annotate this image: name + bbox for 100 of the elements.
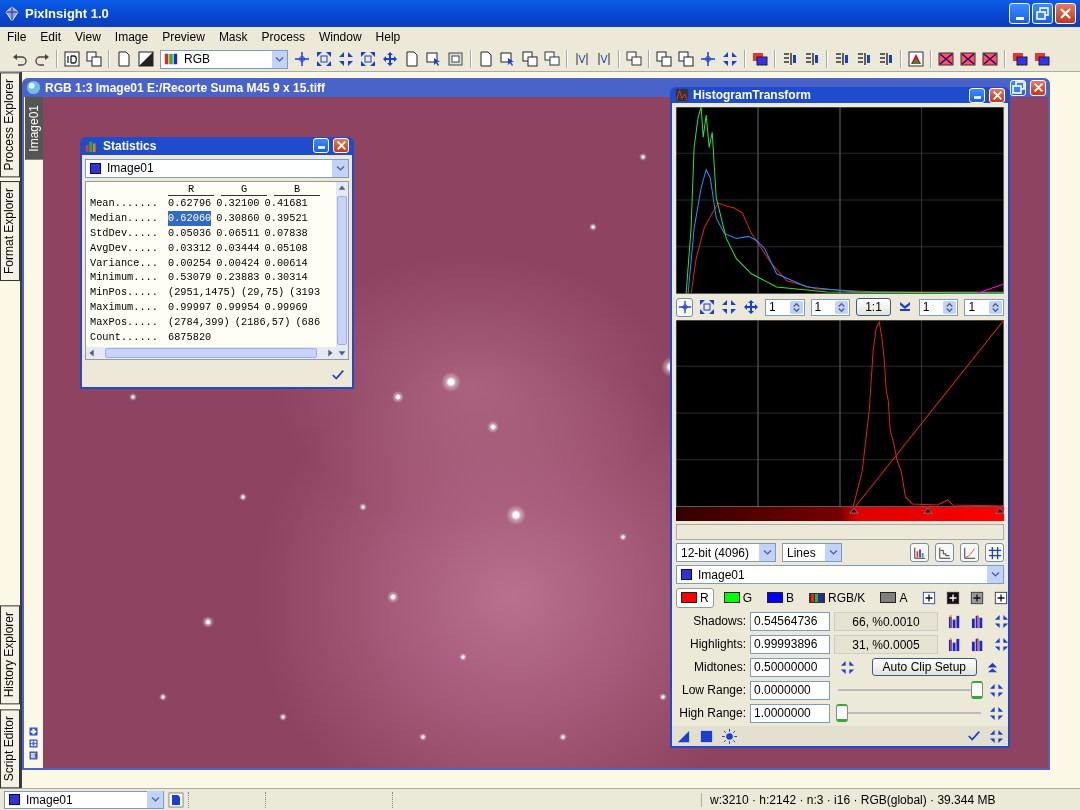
- menu-item[interactable]: View: [69, 30, 109, 44]
- close-button[interactable]: [333, 138, 349, 154]
- move-icon[interactable]: [743, 299, 759, 315]
- square-icon[interactable]: [699, 728, 714, 744]
- maximize-button[interactable]: [1032, 3, 1053, 24]
- pointer-icon[interactable]: [500, 51, 516, 67]
- plus-square-icon[interactable]: [922, 590, 937, 605]
- checkmark-icon[interactable]: [967, 729, 981, 743]
- midtones-field[interactable]: 0.50000000: [750, 657, 830, 677]
- bars-icon[interactable]: [856, 51, 872, 67]
- zoom-x-spinbox[interactable]: 1: [765, 298, 805, 316]
- crosshair-button[interactable]: [676, 297, 693, 317]
- restore-button[interactable]: [1010, 79, 1026, 96]
- color-mode-dropdown[interactable]: RGB: [160, 49, 288, 69]
- pointer-icon[interactable]: [426, 51, 442, 67]
- move-icon[interactable]: [382, 51, 398, 67]
- channel-button[interactable]: R: [676, 587, 714, 608]
- crosshair-icon[interactable]: [294, 51, 310, 67]
- redo-icon[interactable]: [34, 51, 50, 67]
- graph-style-dropdown[interactable]: Lines: [782, 543, 842, 562]
- minimize-button[interactable]: [1009, 3, 1030, 24]
- window-icon[interactable]: [448, 51, 464, 67]
- shrink-icon[interactable]: [722, 51, 738, 67]
- copy-icon[interactable]: [656, 51, 672, 67]
- reset-icon[interactable]: [989, 705, 1004, 721]
- shrink-icon[interactable]: [721, 299, 737, 315]
- menu-item[interactable]: Help: [369, 30, 409, 44]
- image-dropdown[interactable]: Image01: [4, 790, 164, 809]
- layers-icon[interactable]: [1012, 51, 1028, 67]
- undo-icon[interactable]: [12, 51, 28, 67]
- highlights-field[interactable]: 0.99993896: [750, 634, 830, 654]
- plus-square-icon[interactable]: [970, 590, 985, 605]
- page-icon[interactable]: [404, 51, 420, 67]
- copy-icon[interactable]: [522, 51, 538, 67]
- bars-icon[interactable]: [782, 51, 798, 67]
- channel-button[interactable]: RGB/K: [804, 587, 871, 608]
- reset-icon[interactable]: [989, 682, 1004, 698]
- expand-icon[interactable]: [360, 51, 376, 67]
- menu-item[interactable]: Mask: [212, 30, 256, 44]
- close-button[interactable]: [1055, 3, 1076, 24]
- plus-square-icon[interactable]: [946, 590, 961, 605]
- graph-mode-button[interactable]: [985, 543, 1004, 562]
- shadows-field[interactable]: 0.54564736: [750, 611, 830, 631]
- expand-icon[interactable]: [316, 51, 332, 67]
- copy-icon[interactable]: [678, 51, 694, 67]
- menu-item[interactable]: Image: [108, 30, 157, 44]
- expand-icon[interactable]: [699, 299, 715, 315]
- checkmark-icon[interactable]: [331, 368, 345, 382]
- image-dropdown[interactable]: Image01: [85, 158, 349, 178]
- resolution-dropdown[interactable]: 12-bit (4096): [676, 543, 776, 562]
- range-end-spinbox[interactable]: 1: [964, 298, 1004, 316]
- channel-button[interactable]: A: [875, 587, 913, 608]
- high-range-field[interactable]: 1.0000000: [750, 703, 830, 723]
- auto-clip-setup-button[interactable]: Auto Clip Setup: [871, 658, 977, 676]
- bars-icon[interactable]: [804, 51, 820, 67]
- windows-icon[interactable]: [544, 51, 560, 67]
- bars-icon[interactable]: [834, 51, 850, 67]
- copy-icon[interactable]: [86, 51, 102, 67]
- close-button[interactable]: [1030, 79, 1046, 96]
- channel-button[interactable]: B: [762, 587, 800, 608]
- side-panel-tab[interactable]: Script Editor: [0, 708, 20, 788]
- zoom-y-spinbox[interactable]: 1: [810, 298, 851, 316]
- spectrum-icon[interactable]: [908, 51, 924, 67]
- graph-mode-button[interactable]: [960, 543, 979, 562]
- menu-item[interactable]: File: [1, 30, 35, 44]
- layers-icon[interactable]: [752, 51, 768, 67]
- side-panel-tab[interactable]: Format Explorer: [0, 181, 20, 282]
- page-icon[interactable]: [478, 51, 494, 67]
- graph-mode-button[interactable]: [910, 543, 929, 562]
- menu-item[interactable]: Process: [255, 30, 313, 44]
- slider-thumb[interactable]: [836, 703, 848, 722]
- side-panel-tab[interactable]: Process Explorer: [0, 72, 20, 178]
- side-panel-tab[interactable]: History Explorer: [0, 605, 20, 705]
- reset-icon[interactable]: [989, 728, 1004, 744]
- bars-icon[interactable]: [878, 51, 894, 67]
- reset-icon[interactable]: [840, 659, 855, 675]
- menu-item[interactable]: Preview: [156, 30, 213, 44]
- crossed-icon[interactable]: [982, 51, 998, 67]
- crossed-icon[interactable]: [960, 51, 976, 67]
- image-dropdown[interactable]: Image01: [676, 565, 1004, 584]
- graph-mode-button[interactable]: [935, 543, 954, 562]
- crossed-icon[interactable]: [938, 51, 954, 67]
- page-icon[interactable]: [168, 791, 184, 808]
- minimize-button[interactable]: [313, 138, 329, 154]
- minimize-button[interactable]: [969, 87, 985, 103]
- close-button[interactable]: [989, 87, 1005, 103]
- plus-square-icon[interactable]: [994, 590, 1009, 605]
- image-tab[interactable]: Image01: [24, 97, 43, 160]
- zoom-reset-button[interactable]: 1:1: [856, 298, 891, 316]
- range-start-spinbox[interactable]: 1: [918, 298, 959, 316]
- slider-thumb[interactable]: [971, 680, 983, 699]
- shrink-icon[interactable]: [338, 51, 354, 67]
- id-icon[interactable]: [64, 51, 80, 67]
- crosshair-icon[interactable]: [700, 51, 716, 67]
- sun-icon[interactable]: [722, 728, 737, 744]
- channel-button[interactable]: G: [718, 587, 757, 608]
- menu-item[interactable]: Window: [312, 30, 370, 44]
- reset-icon[interactable]: [994, 636, 1009, 652]
- vertical-scrollbar[interactable]: [336, 181, 348, 359]
- reset-icon[interactable]: [994, 613, 1009, 629]
